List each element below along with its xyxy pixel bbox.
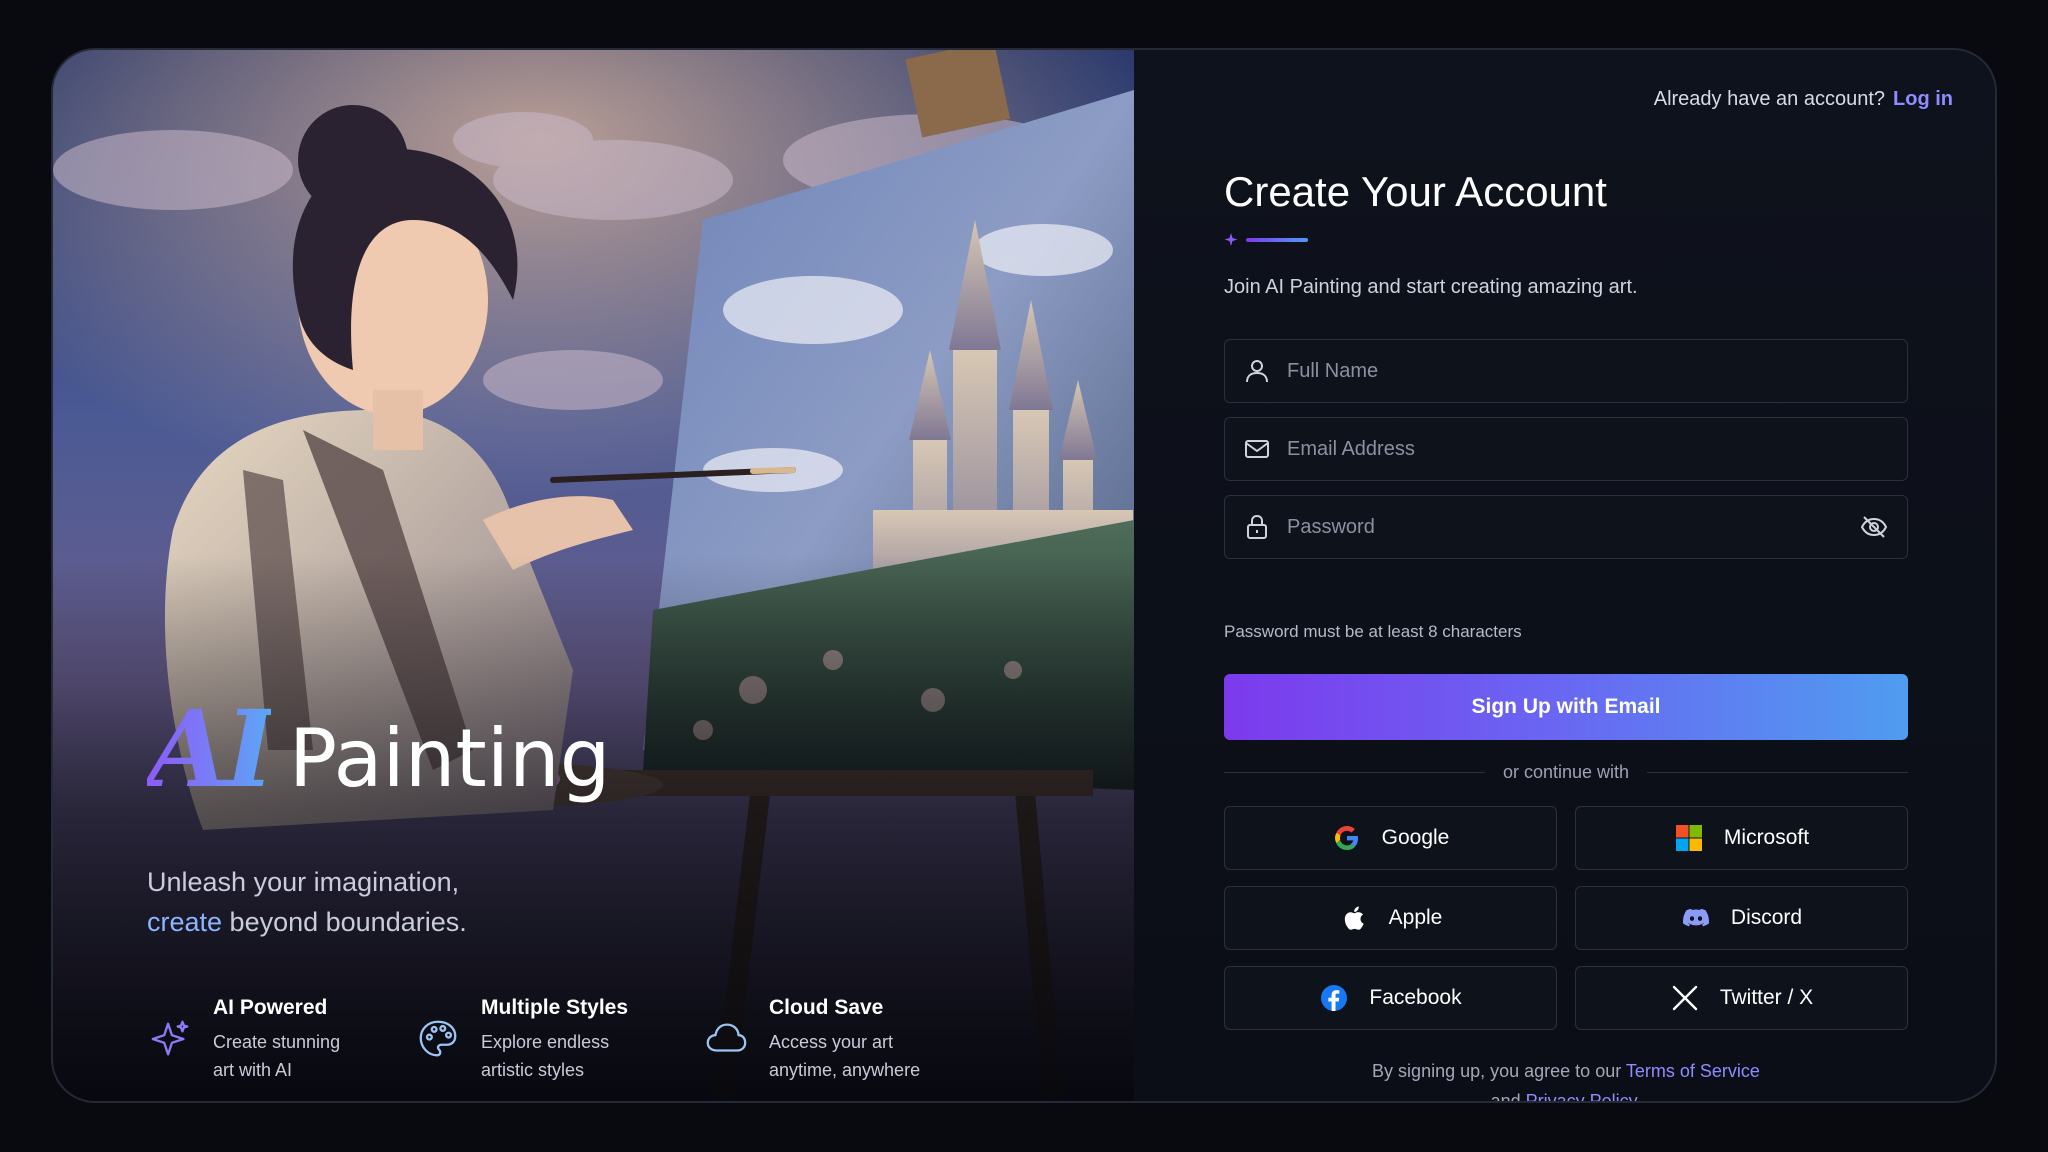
user-icon	[1246, 360, 1268, 383]
microsoft-button[interactable]: Microsoft	[1575, 806, 1908, 870]
page-title: Create Your Account	[1224, 168, 1607, 215]
signup-form-panel: Already have an account? Log in Create Yo…	[1134, 50, 1995, 1101]
lock-icon	[1247, 514, 1267, 539]
tagline-accent-word: create	[147, 907, 223, 937]
google-icon	[1334, 826, 1358, 850]
microsoft-label: Microsoft	[1723, 826, 1810, 849]
or-continue-divider: or continue with	[1224, 762, 1909, 783]
brand-logo: AI Painting	[147, 686, 611, 811]
feature-list: AI Powered Create stunning art with AI Mu…	[147, 996, 1003, 1084]
tagline-line-2: create beyond boundaries.	[147, 902, 467, 942]
mail-icon	[1245, 440, 1269, 458]
password-input[interactable]	[1287, 496, 1859, 558]
x-icon	[1672, 985, 1698, 1011]
twitter-x-label: Twitter / X	[1719, 986, 1814, 1009]
palette-icon	[419, 1020, 457, 1057]
eye-off-icon[interactable]	[1859, 512, 1889, 542]
discord-icon	[1682, 908, 1709, 927]
feature-ai-powered: AI Powered Create stunning art with AI	[147, 996, 415, 1084]
brand-ai-text: AI	[147, 686, 275, 811]
tagline-line-1: Unleash your imagination,	[147, 867, 460, 897]
sign-up-email-button[interactable]: Sign Up with Email	[1224, 674, 1908, 740]
password-hint: Password must be at least 8 characters	[1224, 622, 1522, 641]
title-accent-decoration	[1224, 233, 1308, 246]
discord-label: Discord	[1730, 906, 1803, 929]
facebook-button[interactable]: Facebook	[1224, 966, 1557, 1030]
microsoft-icon	[1675, 825, 1702, 851]
google-label: Google	[1381, 826, 1450, 849]
google-button[interactable]: Google	[1224, 806, 1557, 870]
page-subtitle: Join AI Painting and start creating amaz…	[1224, 276, 1638, 298]
cloud-icon	[706, 1023, 747, 1052]
facebook-icon	[1321, 985, 1348, 1011]
apple-button[interactable]: Apple	[1224, 886, 1557, 950]
legal-line-1: By signing up, you agree to our Terms of…	[1372, 1061, 1760, 1081]
feature-title: Multiple Styles	[481, 996, 629, 1019]
password-field[interactable]	[1224, 495, 1908, 559]
legal-line-2: and Privacy Policy.	[1224, 1086, 1908, 1101]
privacy-policy-link[interactable]: Privacy Policy	[1526, 1091, 1637, 1101]
login-prompt: Already have an account? Log in	[1654, 88, 1953, 111]
brand-word-text: Painting	[288, 712, 611, 805]
hero-tagline: Unleash your imagination, create beyond …	[147, 862, 467, 942]
divider-line-right	[1647, 772, 1909, 773]
divider-label: or continue with	[1502, 762, 1630, 782]
sparkle-icon	[151, 1020, 189, 1056]
discord-button[interactable]: Discord	[1575, 886, 1908, 950]
divider-line-left	[1224, 772, 1485, 773]
login-link[interactable]: Log in	[1893, 88, 1953, 110]
facebook-label: Facebook	[1369, 986, 1462, 1009]
full-name-field[interactable]	[1224, 339, 1908, 403]
full-name-input[interactable]	[1287, 340, 1907, 402]
feature-title: AI Powered	[213, 996, 328, 1019]
legal-notice: By signing up, you agree to our Terms of…	[1224, 1056, 1908, 1101]
feature-cloud-save: Cloud Save Access your art anytime, anywh…	[703, 996, 1003, 1084]
feature-multiple-styles: Multiple Styles Explore endless artistic …	[415, 996, 703, 1084]
signup-card: AI Painting Unleash your imagination, cr…	[51, 48, 1997, 1103]
feature-description: Access your art anytime, anywhere	[769, 1032, 921, 1080]
hero-panel: AI Painting Unleash your imagination, cr…	[53, 50, 1134, 1101]
apple-icon	[1344, 906, 1364, 930]
feature-title: Cloud Save	[769, 996, 884, 1019]
apple-label: Apple	[1388, 906, 1443, 929]
email-field[interactable]	[1224, 417, 1908, 481]
terms-of-service-link[interactable]: Terms of Service	[1626, 1061, 1760, 1081]
hero-shade-overlay	[53, 50, 1134, 1101]
tagline-rest: beyond boundaries.	[222, 907, 467, 937]
feature-description: Explore endless artistic styles	[481, 1032, 610, 1080]
login-prompt-text: Already have an account?	[1653, 88, 1886, 110]
email-input[interactable]	[1287, 418, 1907, 480]
social-login-grid: Google Microsoft Apple Discord Facebook …	[1224, 806, 1908, 1030]
twitter-x-button[interactable]: Twitter / X	[1575, 966, 1908, 1030]
feature-description: Create stunning art with AI	[213, 1032, 341, 1080]
